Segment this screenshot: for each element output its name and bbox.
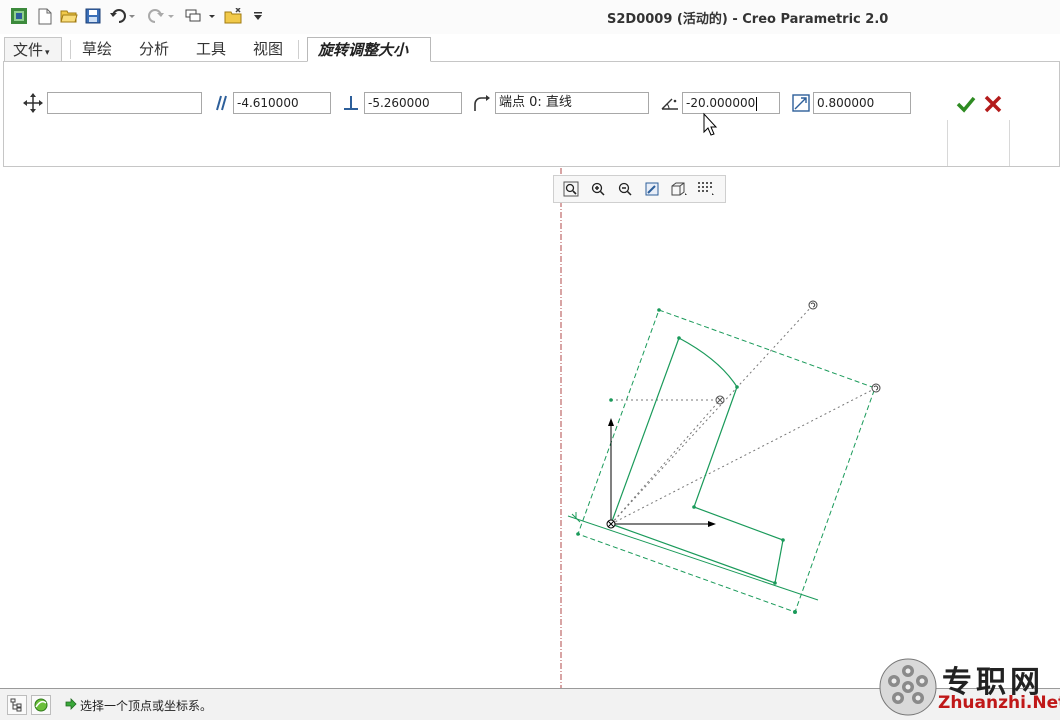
zoom-in-icon[interactable] bbox=[586, 178, 609, 200]
tab-tools[interactable]: 工具 bbox=[186, 37, 236, 62]
scale-handle[interactable] bbox=[871, 383, 881, 393]
close-window-icon[interactable] bbox=[222, 6, 244, 26]
tab-view[interactable]: 视图 bbox=[243, 37, 293, 62]
translate-input[interactable] bbox=[47, 92, 202, 114]
ok-button[interactable] bbox=[955, 93, 977, 115]
model-tree-icon[interactable] bbox=[7, 695, 27, 715]
rotation-angle-value: -20.000000 bbox=[686, 96, 756, 110]
perpendicular-icon bbox=[340, 92, 362, 114]
watermark-text-en: Zhuanzhi.Net bbox=[938, 693, 1060, 713]
bounding-box-extension bbox=[567, 515, 819, 601]
cursor-icon bbox=[703, 112, 718, 136]
chevron-down-icon: ▾ bbox=[45, 48, 50, 58]
parallel-icon bbox=[209, 92, 231, 114]
scale-corner-point[interactable] bbox=[793, 610, 797, 614]
reference-line bbox=[610, 399, 721, 525]
divider bbox=[947, 120, 948, 166]
tab-rotate-resize[interactable]: 旋转调整大小 bbox=[307, 37, 431, 62]
cancel-button[interactable] bbox=[982, 93, 1004, 115]
rotation-angle-input[interactable]: -20.000000 bbox=[682, 92, 780, 114]
x-axis-arrow bbox=[708, 521, 716, 527]
scale-icon bbox=[790, 92, 812, 114]
tab-separator bbox=[298, 40, 299, 59]
vertical-distance-input[interactable]: -5.260000 bbox=[364, 92, 462, 114]
sketch-vertices bbox=[576, 308, 785, 585]
reference-icon bbox=[471, 92, 493, 114]
new-file-icon[interactable] bbox=[36, 6, 54, 26]
open-folder-icon[interactable] bbox=[59, 6, 79, 26]
origin-handle[interactable] bbox=[606, 519, 616, 529]
divider bbox=[1009, 120, 1010, 166]
tab-sketch[interactable]: 草绘 bbox=[72, 37, 122, 62]
rotate-handle[interactable] bbox=[808, 300, 818, 310]
sketch-arc[interactable] bbox=[678, 337, 738, 388]
scale-input[interactable]: 0.800000 bbox=[813, 92, 911, 114]
horizontal-distance-input[interactable]: -4.610000 bbox=[233, 92, 331, 114]
view-toolbar bbox=[553, 175, 726, 203]
watermark-logo-icon bbox=[879, 658, 937, 716]
check-icon bbox=[956, 96, 976, 113]
sketch-line[interactable] bbox=[610, 337, 680, 525]
close-icon bbox=[984, 95, 1002, 113]
sketch-line[interactable] bbox=[610, 386, 784, 584]
title-bar: S2D0009 (活动的) - Creo Parametric 2.0 bbox=[0, 0, 1060, 34]
rotation-reference-line bbox=[610, 304, 814, 525]
watermark: 专职网 Zhuanzhi.Net bbox=[876, 653, 1060, 720]
save-icon[interactable] bbox=[83, 6, 103, 26]
rotate-resize-dashboard: -4.610000 -5.260000 端点 0: 直线 -20.000000 … bbox=[3, 61, 1060, 167]
text-caret bbox=[756, 96, 758, 111]
status-message: 选择一个顶点或坐标系。 bbox=[80, 699, 213, 713]
graphics-window[interactable] bbox=[0, 112, 1060, 688]
center-handle[interactable] bbox=[715, 395, 725, 405]
undo-icon[interactable] bbox=[108, 6, 136, 26]
windows-icon[interactable] bbox=[183, 6, 217, 26]
creo-window: S2D0009 (活动的) - Creo Parametric 2.0 文件 ▾ … bbox=[0, 0, 1060, 720]
ribbon-tabs: 文件 ▾ 草绘 分析 工具 视图 旋转调整大小 bbox=[0, 37, 1060, 62]
customize-icon[interactable] bbox=[252, 6, 264, 26]
redo-icon[interactable] bbox=[146, 6, 176, 26]
tab-analysis[interactable]: 分析 bbox=[129, 37, 179, 62]
repaint-icon[interactable] bbox=[640, 178, 663, 200]
sketch-canvas[interactable] bbox=[0, 112, 1060, 688]
refit-icon[interactable] bbox=[559, 178, 582, 200]
display-style-icon[interactable] bbox=[667, 178, 690, 200]
reference-field[interactable]: 端点 0: 直线 bbox=[495, 92, 649, 114]
app-logo-icon[interactable] bbox=[9, 6, 29, 26]
tab-separator bbox=[70, 40, 71, 59]
bounding-box bbox=[577, 309, 876, 613]
move-icon bbox=[22, 92, 44, 114]
rotation-angle-icon bbox=[659, 92, 681, 114]
sketcher-display-icon[interactable] bbox=[694, 178, 717, 200]
scale-reference-line bbox=[610, 387, 877, 525]
browser-icon[interactable] bbox=[31, 695, 51, 715]
zoom-out-icon[interactable] bbox=[613, 178, 636, 200]
tab-file-label: 文件 bbox=[13, 41, 44, 59]
arrow-right-icon bbox=[65, 698, 77, 710]
tab-file[interactable]: 文件 ▾ bbox=[4, 37, 62, 62]
window-title: S2D0009 (活动的) - Creo Parametric 2.0 bbox=[607, 12, 889, 27]
y-axis-arrow bbox=[608, 418, 614, 426]
